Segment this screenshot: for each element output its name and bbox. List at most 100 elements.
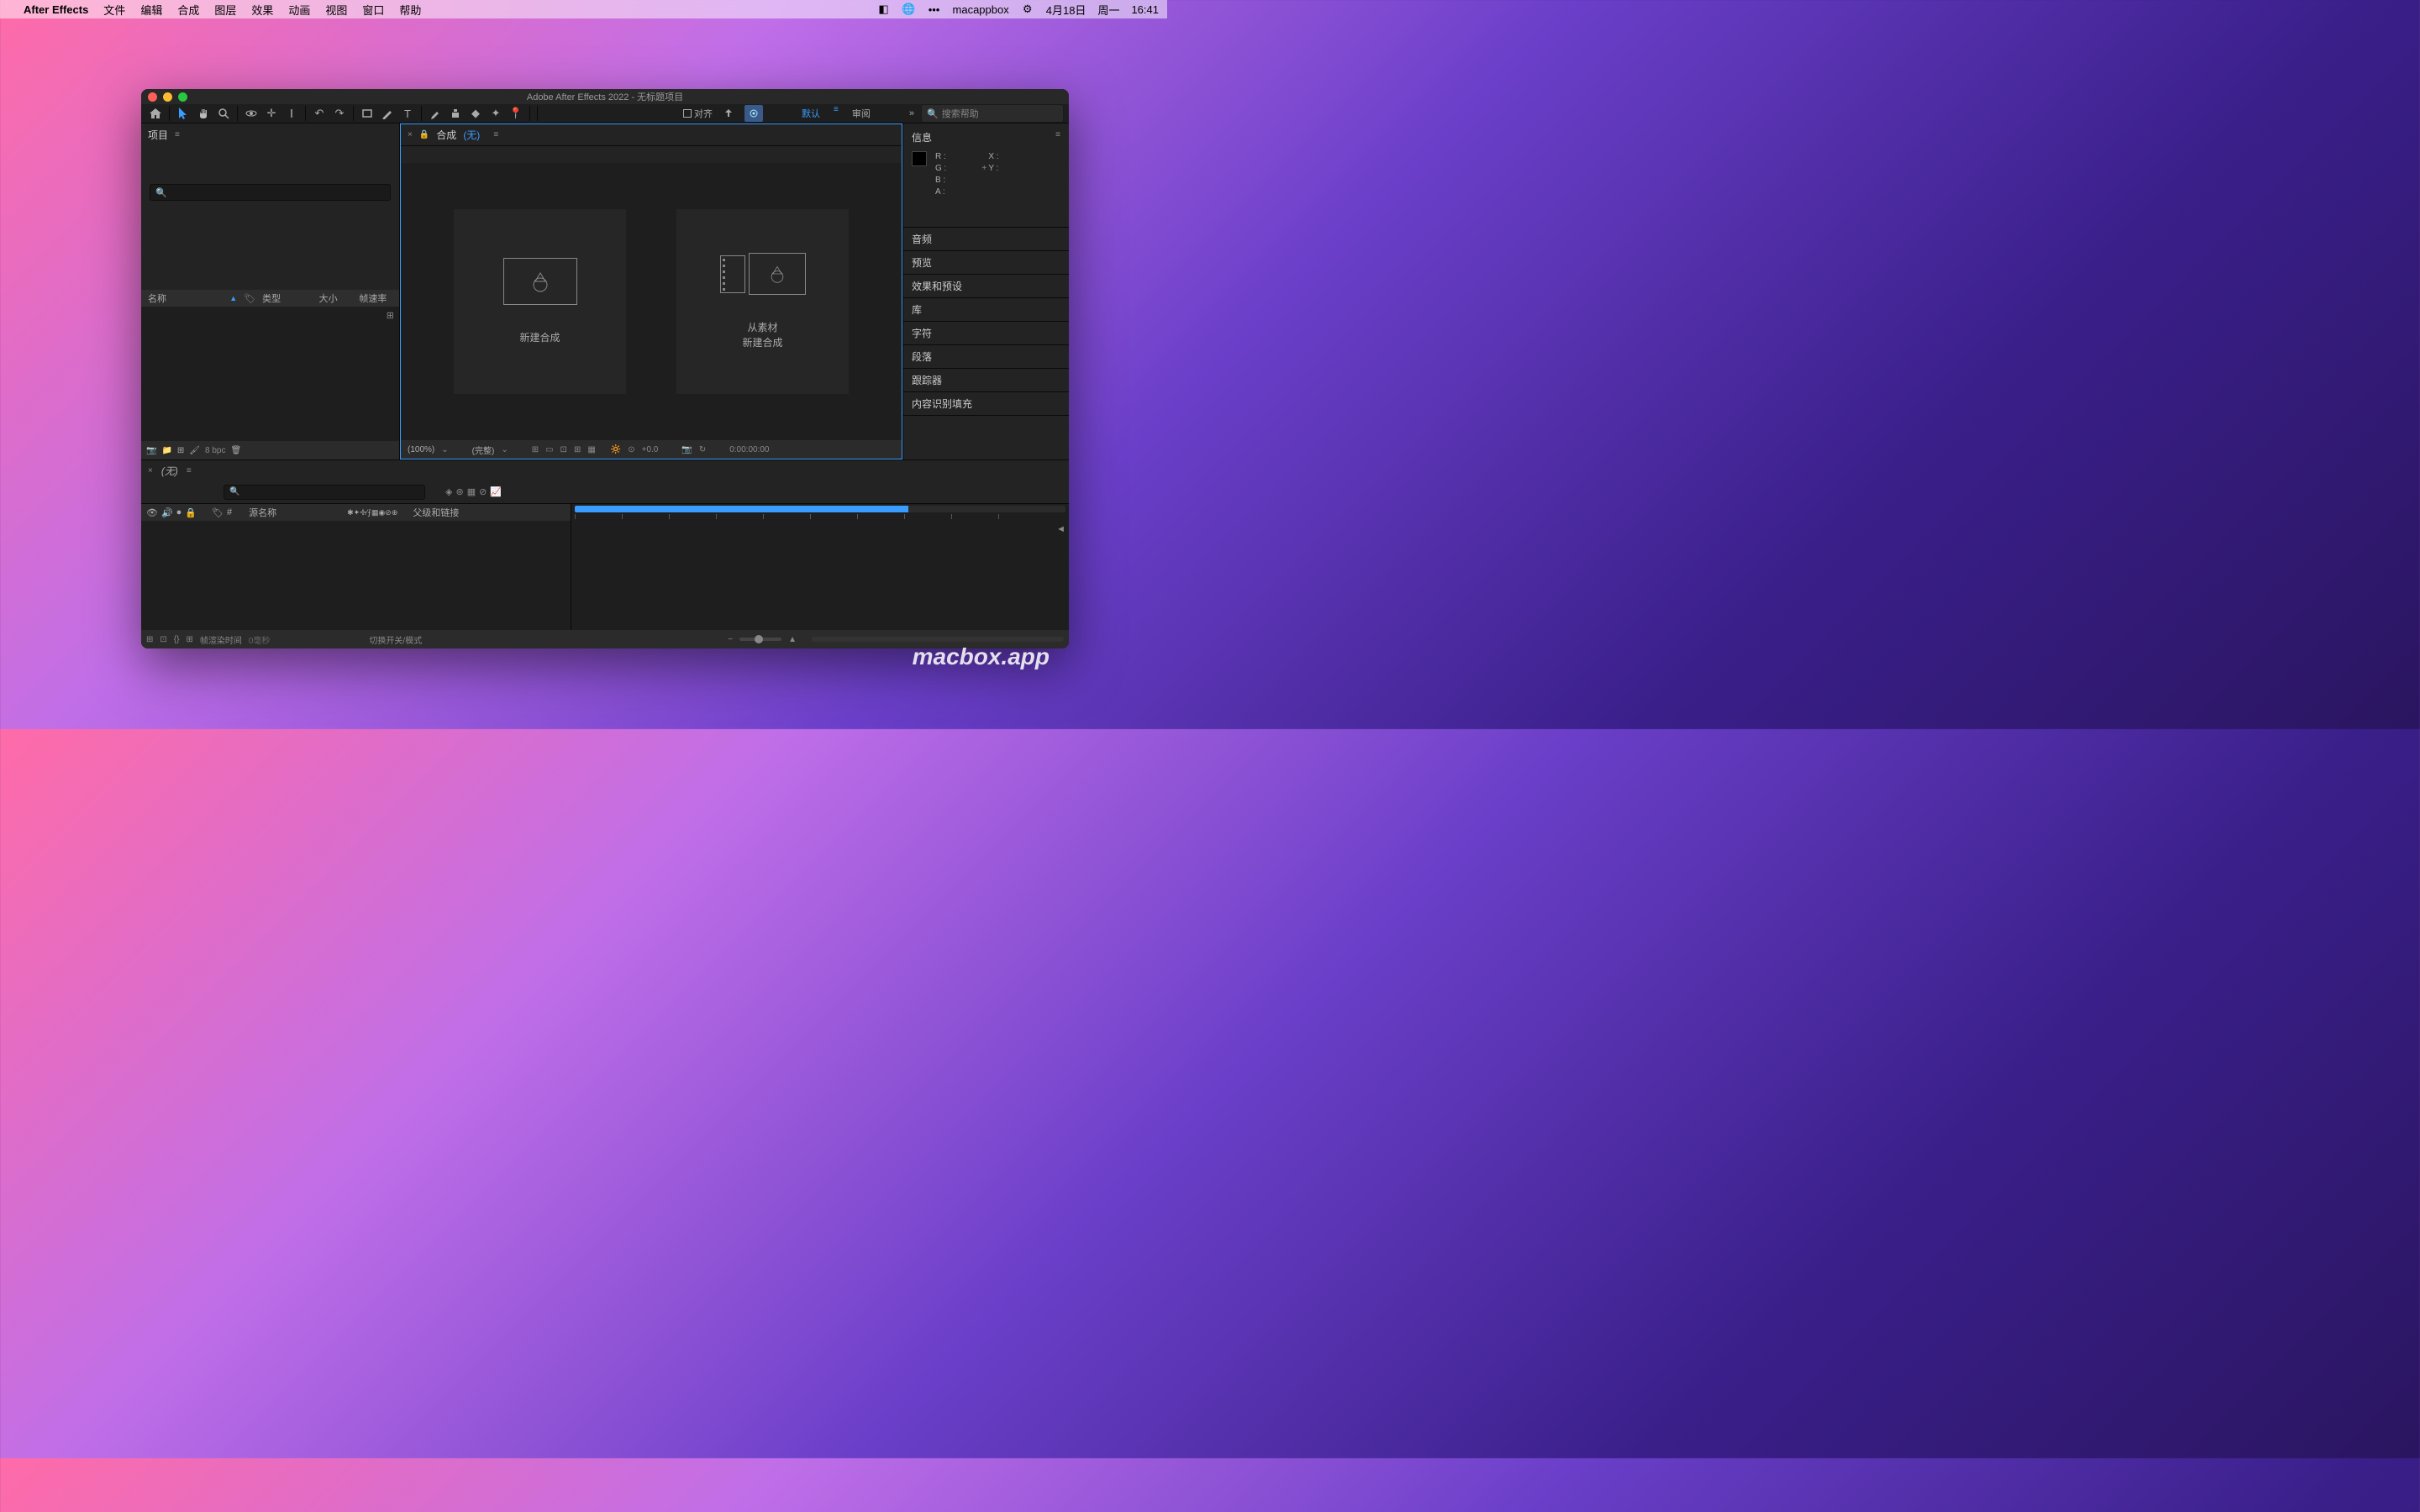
exposure-value[interactable]: +0.0 xyxy=(642,445,659,454)
sort-arrow-icon[interactable]: ▲ xyxy=(229,294,237,302)
more-menu-icon[interactable]: ••• xyxy=(928,3,941,16)
hand-tool[interactable] xyxy=(194,105,213,122)
comp-mini-icon[interactable]: ◈ xyxy=(445,486,452,497)
timeline-zoom-slider[interactable] xyxy=(739,638,781,641)
close-window-button[interactable] xyxy=(148,92,157,102)
channel-icon[interactable]: ▦ xyxy=(587,445,595,454)
dock-toggle-icon[interactable]: ◄ xyxy=(1056,524,1065,534)
side-panel-character[interactable]: 字符 xyxy=(903,322,1069,345)
app-menu[interactable]: After Effects xyxy=(24,3,88,16)
workspace-default[interactable]: 默认 xyxy=(795,105,827,122)
column-fps[interactable]: 帧速率 xyxy=(359,291,392,305)
time-display[interactable]: 16:41 xyxy=(1131,3,1159,16)
minimize-window-button[interactable] xyxy=(163,92,172,102)
zoom-tool[interactable] xyxy=(214,105,233,122)
overflow-icon[interactable]: » xyxy=(909,108,914,118)
comp-panel-menu-icon[interactable]: ≡ xyxy=(493,130,498,139)
menu-view[interactable]: 视图 xyxy=(325,2,347,18)
snap-checkbox[interactable]: 对齐 xyxy=(683,107,713,120)
share-icon[interactable] xyxy=(719,105,738,122)
orbit-camera-tool[interactable] xyxy=(242,105,260,122)
lock-icon[interactable]: 🔒 xyxy=(185,507,197,518)
interpret-footage-icon[interactable]: 📷 xyxy=(146,446,156,455)
graph-editor-icon[interactable]: 📈 xyxy=(490,486,502,497)
new-composition-button[interactable]: 新建合成 xyxy=(454,209,626,394)
menu-effect[interactable]: 效果 xyxy=(251,2,273,18)
roi-icon[interactable]: ⊡ xyxy=(560,445,567,454)
toggle-switches-modes[interactable]: 切换开关/模式 xyxy=(369,633,422,646)
menu-file[interactable]: 文件 xyxy=(103,2,125,18)
side-panel-audio[interactable]: 音频 xyxy=(903,228,1069,251)
clone-stamp-tool[interactable] xyxy=(446,105,465,122)
timeline-search-input[interactable]: 🔍 xyxy=(224,485,425,500)
project-search-input[interactable]: 🔍 xyxy=(150,184,391,201)
zoom-dropdown[interactable]: (100%) xyxy=(408,445,434,454)
zoom-in-icon[interactable]: ▲ xyxy=(788,635,797,644)
zoom-chevron-icon[interactable]: ⌄ xyxy=(441,445,448,454)
timeline-tab-none[interactable]: (无) xyxy=(161,464,178,478)
maximize-window-button[interactable] xyxy=(178,92,187,102)
side-panel-library[interactable]: 库 xyxy=(903,298,1069,322)
resolution-chevron-icon[interactable]: ⌄ xyxy=(501,445,508,454)
project-list[interactable]: ⊞ xyxy=(141,307,399,441)
anchor-point-tool[interactable] xyxy=(282,105,301,122)
eraser-tool[interactable]: ◆ xyxy=(466,105,485,122)
side-panel-preview[interactable]: 预览 xyxy=(903,251,1069,275)
brush-tool[interactable] xyxy=(426,105,445,122)
comp-lock-icon[interactable]: 🔒 xyxy=(419,130,429,139)
selection-tool[interactable] xyxy=(174,105,192,122)
search-help-input[interactable]: 🔍 搜索帮助 xyxy=(921,104,1064,123)
video-toggle-icon[interactable]: 👁 xyxy=(146,507,158,518)
menu-layer[interactable]: 图层 xyxy=(214,2,236,18)
exposure-reset-icon[interactable]: ⊙ xyxy=(628,445,634,454)
comp-tab-title[interactable]: 合成 xyxy=(436,128,456,142)
tag-icon[interactable]: 🏷 xyxy=(244,293,255,304)
user-name[interactable]: macappbox xyxy=(953,3,1009,16)
roto-brush-tool[interactable]: ✦ xyxy=(487,105,505,122)
date-display[interactable]: 4月18日 xyxy=(1046,2,1086,18)
column-name[interactable]: 名称 xyxy=(148,291,223,305)
rectangle-tool[interactable] xyxy=(358,105,376,122)
menu-animation[interactable]: 动画 xyxy=(288,2,310,18)
timecode-display[interactable]: 0:00:00:00 xyxy=(729,445,769,454)
new-folder-icon[interactable]: 📁 xyxy=(161,446,171,455)
timeline-tab-close-icon[interactable]: × xyxy=(148,466,153,475)
column-size[interactable]: 大小 xyxy=(319,291,353,305)
bit-depth-label[interactable]: 8 bpc xyxy=(205,446,225,455)
globe-icon[interactable]: 🌐 xyxy=(902,3,916,16)
menu-help[interactable]: 帮助 xyxy=(399,2,421,18)
toggle-switches-icon-4[interactable]: ⊞ xyxy=(186,635,192,644)
menu-composition[interactable]: 合成 xyxy=(177,2,199,18)
grid-guides-icon[interactable]: ⊞ xyxy=(574,445,581,454)
timeline-panel-menu-icon[interactable]: ≡ xyxy=(187,466,192,475)
side-panel-paragraph[interactable]: 段落 xyxy=(903,345,1069,369)
menu-edit[interactable]: 编辑 xyxy=(140,2,162,18)
comp-tab-close-icon[interactable]: × xyxy=(408,130,413,139)
navigate-icon[interactable] xyxy=(744,105,763,122)
source-name-header[interactable]: 源名称 xyxy=(249,506,276,519)
side-panel-tracker[interactable]: 跟踪器 xyxy=(903,369,1069,392)
resolution-dropdown[interactable]: (完整) xyxy=(472,444,495,456)
timeline-ticks[interactable] xyxy=(571,514,1069,526)
timeline-ruler[interactable] xyxy=(575,506,1065,512)
trash-icon[interactable]: 🗑 xyxy=(230,446,241,455)
toggle-switches-icon-2[interactable]: ⊡ xyxy=(160,635,166,644)
frame-blend-icon[interactable]: ▦ xyxy=(467,486,476,497)
toggle-switches-icon-3[interactable]: {} xyxy=(174,635,180,644)
label-icon[interactable]: 🏷 xyxy=(212,507,224,518)
undo-icon[interactable]: ↶ xyxy=(310,105,329,122)
new-comp-from-footage-button[interactable]: 从素材 新建合成 xyxy=(676,209,849,394)
solo-icon[interactable]: ● xyxy=(176,507,182,517)
side-panel-content-aware-fill[interactable]: 内容识别填充 xyxy=(903,392,1069,416)
info-panel-title[interactable]: 信息 xyxy=(912,130,932,144)
parent-link-header[interactable]: 父级和链接 xyxy=(413,506,459,519)
timeline-navigator[interactable] xyxy=(812,637,1064,642)
switches-icons[interactable]: ✱✦✢⁄⨍▦◉⊘⊕ xyxy=(347,508,397,517)
column-type[interactable]: 类型 xyxy=(262,291,313,305)
project-settings-icon[interactable]: 🖌 xyxy=(189,446,200,455)
puppet-pin-tool[interactable]: 📍 xyxy=(507,105,525,122)
workspace-menu-icon[interactable]: ≡ xyxy=(830,105,842,122)
motion-blur-icon[interactable]: ⊘ xyxy=(479,486,487,497)
flowchart-icon[interactable]: ⊞ xyxy=(387,310,394,321)
show-snapshot-icon[interactable]: ↻ xyxy=(699,445,706,454)
